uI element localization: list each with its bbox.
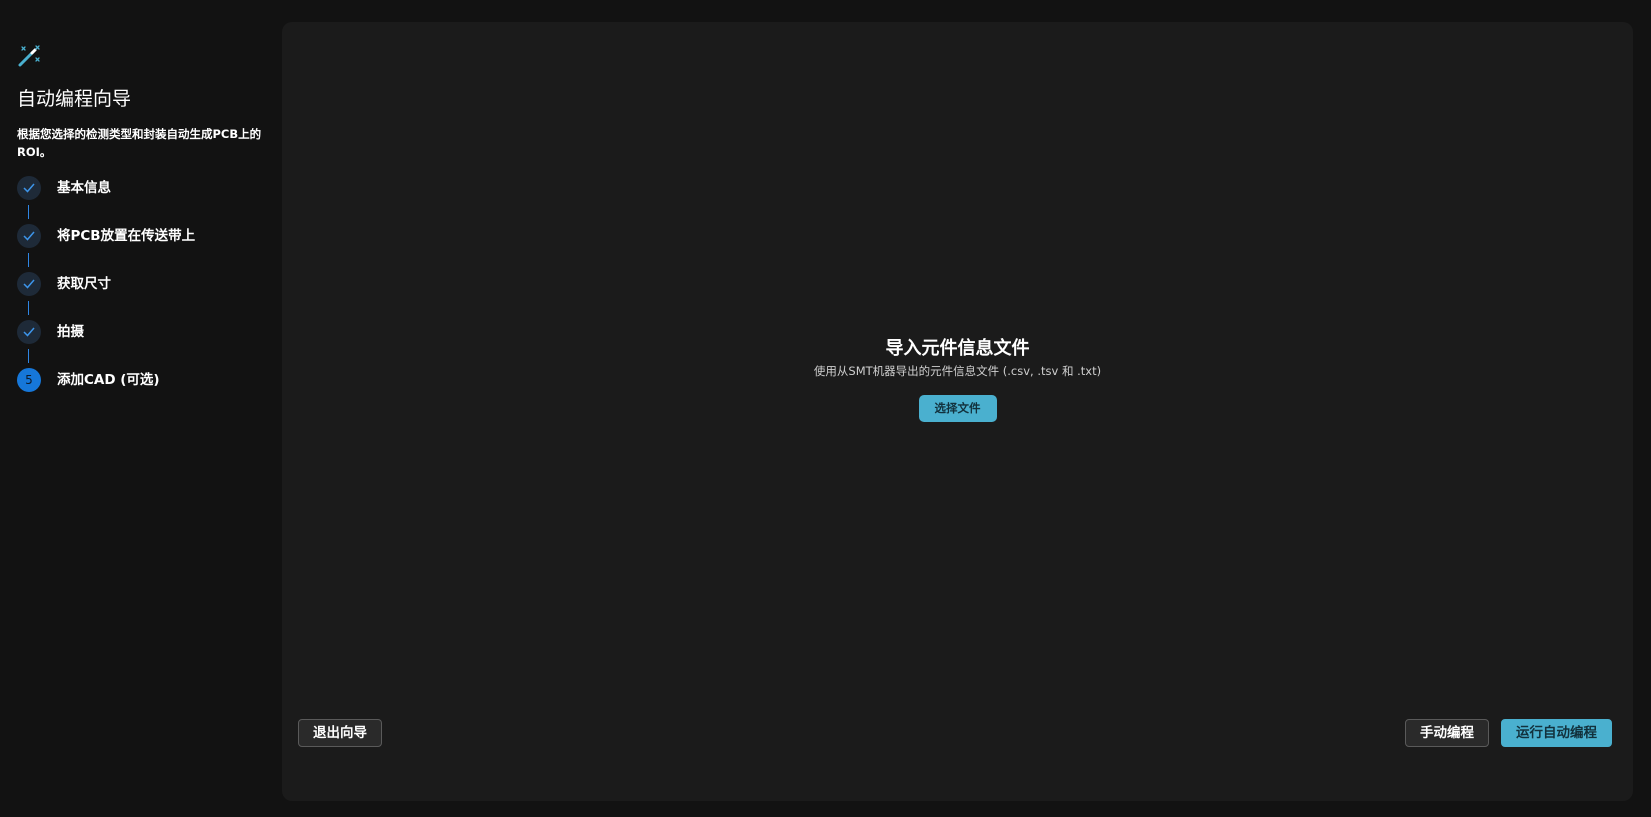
check-icon (17, 224, 41, 248)
select-file-button[interactable]: 选择文件 (918, 395, 997, 422)
wizard-steps: 基本信息 将PCB放置在传送带上 获取尺寸 拍摄 5 添加CAD (可选) (17, 176, 255, 416)
step-get-dimensions[interactable]: 获取尺寸 (17, 272, 255, 320)
wizard-description: 根据您选择的检测类型和封装自动生成PCB上的ROI。 (17, 127, 262, 159)
step-add-cad[interactable]: 5 添加CAD (可选) (17, 368, 255, 416)
wizard-sidebar: 自动编程向导 根据您选择的检测类型和封装自动生成PCB上的ROI。 基本信息 将… (0, 0, 272, 817)
manual-programming-button[interactable]: 手动编程 (1405, 719, 1489, 747)
step-label: 基本信息 (57, 180, 111, 196)
import-block: 导入元件信息文件 使用从SMT机器导出的元件信息文件 (.csv, .tsv 和… (282, 337, 1633, 422)
step-connector (28, 301, 29, 315)
step-connector (28, 253, 29, 267)
check-icon (17, 320, 41, 344)
step-number-badge: 5 (17, 368, 41, 392)
step-basic-info[interactable]: 基本信息 (17, 176, 255, 224)
step-label: 将PCB放置在传送带上 (57, 228, 196, 244)
main-panel: 导入元件信息文件 使用从SMT机器导出的元件信息文件 (.csv, .tsv 和… (282, 22, 1633, 801)
check-icon (17, 272, 41, 296)
step-connector (28, 349, 29, 363)
step-label: 添加CAD (可选) (57, 372, 160, 388)
import-title: 导入元件信息文件 (885, 338, 1030, 359)
step-connector (28, 205, 29, 219)
step-label: 拍摄 (57, 324, 84, 340)
step-place-pcb[interactable]: 将PCB放置在传送带上 (17, 224, 255, 272)
step-label: 获取尺寸 (57, 276, 111, 292)
run-auto-programming-button[interactable]: 运行自动编程 (1501, 719, 1612, 747)
magic-wand-icon (18, 45, 40, 67)
exit-wizard-button[interactable]: 退出向导 (298, 719, 382, 747)
import-subtitle: 使用从SMT机器导出的元件信息文件 (.csv, .tsv 和 .txt) (813, 364, 1102, 378)
wizard-title: 自动编程向导 (17, 88, 132, 110)
check-icon (17, 176, 41, 200)
step-capture[interactable]: 拍摄 (17, 320, 255, 368)
